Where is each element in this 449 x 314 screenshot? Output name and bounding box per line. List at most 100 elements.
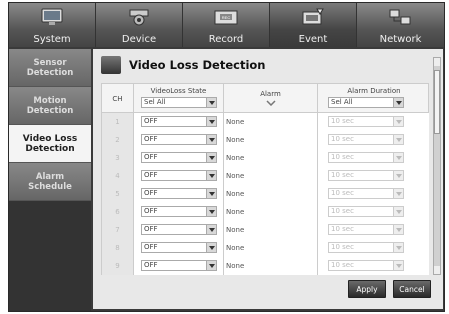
select-value: Sel All	[144, 98, 166, 106]
table-row: 3 OFF None 10 sec	[101, 149, 429, 167]
chevron-down-icon	[393, 135, 403, 144]
table-row: 2 OFF None 10 sec	[101, 131, 429, 149]
tab-system[interactable]: System	[9, 3, 96, 47]
tab-network[interactable]: Network	[357, 3, 444, 47]
scrollbar-thumb[interactable]	[434, 70, 440, 134]
video-loss-icon	[101, 56, 121, 74]
videoloss-state-select[interactable]: OFF	[141, 206, 217, 217]
column-header-alarm: Alarm	[260, 90, 281, 98]
videoloss-state-select[interactable]: OFF	[141, 152, 217, 163]
chevron-down-icon	[393, 243, 403, 252]
channel-number: 7	[102, 221, 134, 239]
select-value: OFF	[144, 207, 158, 215]
videoloss-state-select[interactable]: OFF	[141, 134, 217, 145]
chevron-down-icon	[206, 98, 216, 107]
table-row: 5 OFF None 10 sec	[101, 185, 429, 203]
channel-number: 9	[102, 257, 134, 275]
page-title: Video Loss Detection	[129, 58, 266, 72]
alarm-value[interactable]: None	[224, 239, 318, 257]
alarm-duration-select: 10 sec	[328, 134, 404, 145]
header-state: VideoLoss State Sel All	[134, 84, 224, 114]
tab-device[interactable]: Device	[96, 3, 183, 47]
channel-number: 6	[102, 203, 134, 221]
chevron-down-icon	[206, 225, 216, 234]
alarm-duration-select: 10 sec	[328, 206, 404, 217]
alarm-duration-select: 10 sec	[328, 260, 404, 271]
channel-number: 3	[102, 149, 134, 167]
alarm-value[interactable]: None	[224, 131, 318, 149]
side-item-label: Sensor Detection	[26, 57, 74, 78]
tab-event[interactable]: Event	[270, 3, 357, 47]
videoloss-state-select[interactable]: OFF	[141, 188, 217, 199]
header-alarm: Alarm	[224, 84, 318, 114]
camera-icon	[129, 9, 149, 26]
select-value: OFF	[144, 243, 158, 251]
alarm-value[interactable]: None	[224, 221, 318, 239]
alarm-value[interactable]: None	[224, 185, 318, 203]
monitor-icon	[41, 8, 63, 25]
chevron-down-icon	[393, 117, 403, 126]
tab-record[interactable]: REC Record	[183, 3, 270, 47]
state-select-all[interactable]: Sel All	[141, 97, 217, 108]
channel-number: 8	[102, 239, 134, 257]
videoloss-state-select[interactable]: OFF	[141, 242, 217, 253]
side-item-sensor-detection[interactable]: Sensor Detection	[9, 49, 91, 87]
channel-number: 1	[102, 113, 134, 131]
chevron-down-icon	[393, 189, 403, 198]
svg-text:REC: REC	[222, 15, 231, 20]
select-value: 10 sec	[331, 153, 354, 161]
table-row: 8 OFF None 10 sec	[101, 239, 429, 257]
chevron-down-icon	[206, 135, 216, 144]
chevron-down-icon	[206, 261, 216, 270]
chevron-down-icon[interactable]	[266, 100, 276, 106]
select-value: 10 sec	[331, 189, 354, 197]
table-row: 4 OFF None 10 sec	[101, 167, 429, 185]
select-value: OFF	[144, 225, 158, 233]
alarm-duration-select: 10 sec	[328, 170, 404, 181]
alarm-value[interactable]: None	[224, 167, 318, 185]
cancel-button[interactable]: Cancel	[393, 280, 431, 298]
scroll-up-icon[interactable]	[434, 58, 440, 66]
channel-number: 5	[102, 185, 134, 203]
vertical-scrollbar[interactable]	[433, 57, 441, 275]
tab-label: Network	[379, 34, 422, 45]
alarm-value[interactable]: None	[224, 203, 318, 221]
select-value: OFF	[144, 117, 158, 125]
side-item-video-loss-detection[interactable]: Video Loss Detection	[9, 125, 91, 163]
side-item-motion-detection[interactable]: Motion Detection	[9, 87, 91, 125]
videoloss-state-select[interactable]: OFF	[141, 170, 217, 181]
chevron-down-icon	[206, 171, 216, 180]
select-value: 10 sec	[331, 135, 354, 143]
tab-label: System	[33, 34, 71, 45]
channel-number: 2	[102, 131, 134, 149]
side-item-alarm-schedule[interactable]: Alarm Schedule	[9, 163, 91, 201]
chevron-down-icon	[393, 153, 403, 162]
scroll-down-icon[interactable]	[434, 266, 440, 274]
select-value: OFF	[144, 135, 158, 143]
videoloss-state-select[interactable]: OFF	[141, 260, 217, 271]
tab-label: Record	[208, 34, 244, 45]
network-icon	[389, 9, 411, 25]
alarm-duration-select: 10 sec	[328, 116, 404, 127]
alarm-duration-select: 10 sec	[328, 224, 404, 235]
dvr-setup-window: System Device REC Record Event Network S…	[8, 2, 445, 312]
select-value: 10 sec	[331, 261, 354, 269]
alarm-value[interactable]: None	[224, 149, 318, 167]
chevron-down-icon	[393, 261, 403, 270]
videoloss-state-select[interactable]: OFF	[141, 116, 217, 127]
alarm-value[interactable]: None	[224, 257, 318, 275]
chevron-down-icon	[206, 207, 216, 216]
table-row: 6 OFF None 10 sec	[101, 203, 429, 221]
chevron-down-icon	[206, 153, 216, 162]
column-header-state: VideoLoss State	[150, 87, 207, 95]
videoloss-state-select[interactable]: OFF	[141, 224, 217, 235]
top-tab-bar: System Device REC Record Event Network	[9, 3, 444, 47]
column-header-ch: CH	[112, 95, 123, 103]
select-value: OFF	[144, 153, 158, 161]
apply-button[interactable]: Apply	[348, 280, 386, 298]
alarm-value[interactable]: None	[224, 113, 318, 131]
chevron-down-icon	[393, 98, 403, 107]
side-item-label: Video Loss Detection	[22, 133, 78, 154]
alarm-duration-select: 10 sec	[328, 152, 404, 163]
duration-select-all[interactable]: Sel All	[328, 97, 404, 108]
